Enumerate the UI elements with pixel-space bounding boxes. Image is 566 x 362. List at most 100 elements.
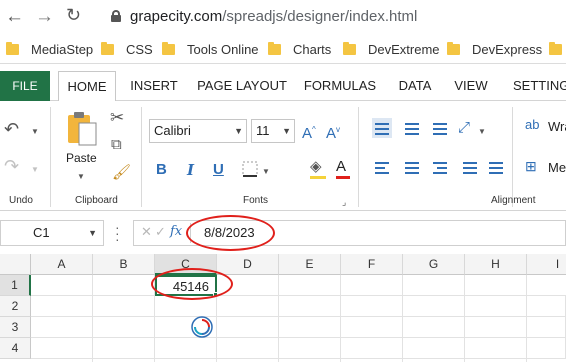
tab-formulas[interactable]: FORMULAS [300, 71, 380, 101]
gridline [526, 296, 527, 362]
format-painter-icon[interactable]: 🖌 [112, 165, 131, 181]
merge-label[interactable]: Me [548, 160, 566, 175]
paste-button[interactable]: Paste ▼ [62, 109, 102, 187]
tab-file[interactable]: FILE [0, 71, 50, 101]
row-header-4[interactable]: 4 [0, 338, 31, 359]
tab-page-layout[interactable]: PAGE LAYOUT [194, 71, 290, 101]
undo-icon[interactable]: ↶ [4, 120, 19, 138]
borders-icon[interactable] [242, 161, 258, 181]
table-row[interactable] [31, 338, 566, 359]
group-divider [512, 107, 513, 207]
borders-dropdown-icon[interactable]: ▼ [262, 164, 270, 180]
cancel-icon[interactable]: ✕ [141, 224, 152, 240]
chevron-down-icon: ▼ [234, 126, 243, 136]
cell-a1[interactable] [31, 275, 93, 296]
cell-b1[interactable] [93, 275, 155, 296]
align-bottom-button[interactable] [430, 118, 450, 138]
table-row[interactable] [31, 296, 566, 317]
column-header-c[interactable]: C [155, 254, 217, 275]
fonts-dialog-launcher-icon[interactable]: ⌟ [342, 194, 346, 210]
font-size-select[interactable]: 11 ▼ [251, 119, 295, 143]
merge-cells-icon[interactable]: ⊞ [525, 158, 537, 174]
underline-button[interactable]: U [213, 161, 224, 178]
orientation-icon[interactable]: ⤢ [458, 120, 470, 136]
cell-h1[interactable] [465, 275, 527, 296]
column-header-d[interactable]: D [217, 254, 279, 275]
cell-c1[interactable]: 45146 [155, 275, 218, 297]
font-family-select[interactable]: Calibri ▼ [149, 119, 247, 143]
align-top-button[interactable] [372, 118, 392, 138]
wrap-text-icon[interactable]: ab [525, 117, 539, 133]
decrease-font-icon[interactable]: Av [326, 122, 340, 142]
check-icon[interactable]: ✓ [155, 224, 166, 240]
row-header-2[interactable]: 2 [0, 296, 31, 317]
tab-data[interactable]: DATA [392, 71, 438, 101]
align-center-button[interactable] [402, 157, 422, 177]
tab-insert[interactable]: INSERT [126, 71, 182, 101]
lock-icon[interactable] [111, 10, 121, 22]
tab-home[interactable]: HOME [58, 71, 116, 102]
forward-arrow-icon[interactable]: → [35, 6, 54, 28]
cell-d1[interactable] [217, 275, 279, 296]
bookmark-charts[interactable]: Charts [268, 41, 331, 57]
row-header-1[interactable]: 1 [0, 275, 31, 296]
orientation-dropdown-icon[interactable]: ▼ [478, 124, 486, 140]
italic-button[interactable]: I [187, 161, 194, 179]
bold-button[interactable]: B [156, 161, 167, 178]
bookmark-devexpress[interactable]: DevExpress [447, 41, 542, 57]
increase-font-icon[interactable]: A^ [302, 122, 316, 142]
cell-e1[interactable] [279, 275, 341, 296]
gridline [340, 296, 341, 362]
copy-icon[interactable]: ⧉ [111, 137, 122, 153]
column-header-a[interactable]: A [31, 254, 93, 275]
redo-dropdown-icon[interactable]: ▼ [31, 162, 39, 178]
folder-icon [447, 41, 460, 55]
cell-g1[interactable] [403, 275, 465, 296]
more-options-icon[interactable]: · · · [115, 220, 120, 246]
bookmark-css[interactable]: CSS [101, 41, 153, 57]
select-all-corner[interactable] [0, 254, 31, 275]
group-divider [50, 107, 51, 207]
font-color-icon[interactable]: A [336, 159, 350, 179]
bookmark-overflow[interactable] [549, 41, 566, 57]
bookmark-mediastep[interactable]: MediaStep [6, 41, 93, 57]
name-box[interactable]: C1 ▼ [0, 220, 104, 246]
column-header-e[interactable]: E [279, 254, 341, 275]
folder-icon [162, 41, 175, 55]
increase-indent-button[interactable] [486, 157, 506, 177]
column-header-i[interactable]: I [527, 254, 566, 275]
gridline [216, 296, 217, 362]
redo-icon[interactable]: ↷ [4, 157, 19, 175]
cell-i1[interactable] [527, 275, 566, 296]
column-header-h[interactable]: H [465, 254, 527, 275]
group-divider [358, 107, 359, 207]
url-field[interactable]: grapecity.com/spreadjs/designer/index.ht… [130, 8, 417, 25]
fill-color-icon[interactable]: ◈ [310, 159, 326, 179]
insert-function-icon[interactable]: fx [170, 224, 182, 239]
font-size-value: 11 [256, 123, 270, 138]
align-middle-button[interactable] [402, 118, 422, 138]
align-right-button[interactable] [430, 157, 450, 177]
table-row[interactable] [31, 317, 566, 338]
cell-f1[interactable] [341, 275, 403, 296]
bookmark-devextreme[interactable]: DevExtreme [343, 41, 440, 57]
bookmark-tools-online[interactable]: Tools Online [162, 41, 259, 57]
formula-input[interactable]: 8/8/2023 [204, 225, 255, 240]
group-label-alignment: Alignment [491, 195, 536, 206]
gridline [92, 296, 93, 362]
cut-icon[interactable]: ✂ [110, 109, 124, 126]
back-arrow-icon[interactable]: ← [5, 6, 24, 28]
column-header-g[interactable]: G [403, 254, 465, 275]
column-header-b[interactable]: B [93, 254, 155, 275]
bookmark-label: DevExpress [472, 41, 543, 57]
tab-settings[interactable]: SETTINGS [505, 71, 566, 101]
folder-icon [101, 41, 114, 55]
column-header-f[interactable]: F [341, 254, 403, 275]
decrease-indent-button[interactable] [460, 157, 480, 177]
align-left-button[interactable] [372, 157, 392, 177]
undo-dropdown-icon[interactable]: ▼ [31, 124, 39, 140]
row-header-3[interactable]: 3 [0, 317, 31, 338]
reload-icon[interactable]: ↻ [66, 5, 81, 26]
wrap-text-label[interactable]: Wra [548, 119, 566, 134]
tab-view[interactable]: VIEW [449, 71, 493, 101]
